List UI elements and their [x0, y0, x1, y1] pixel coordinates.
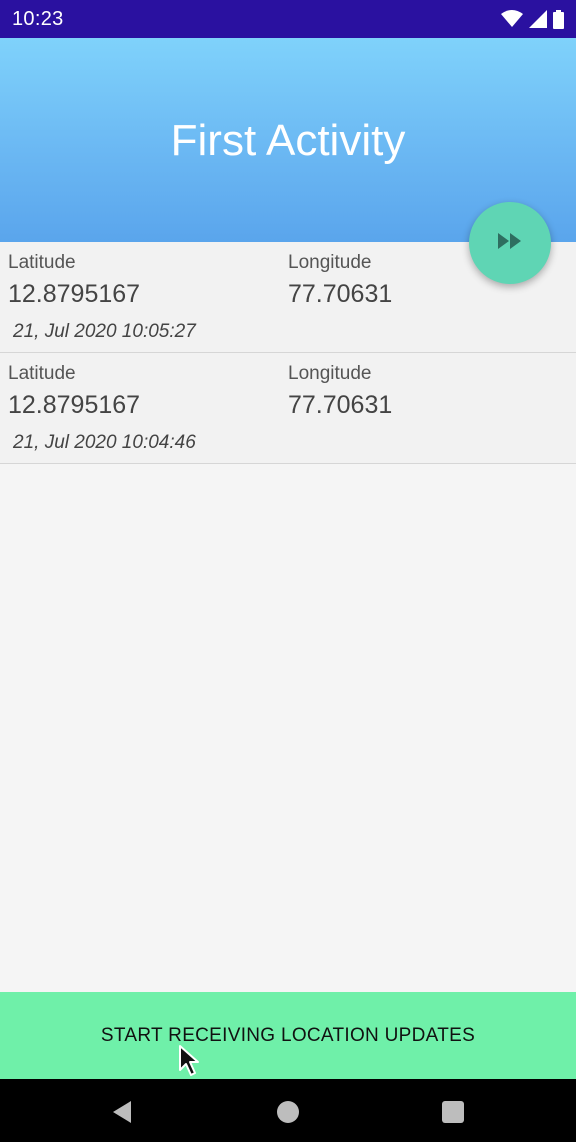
fast-forward-button[interactable] [469, 202, 551, 284]
screen: 10:23 First Activity Latitude Longitude … [0, 0, 576, 1142]
wifi-icon [501, 10, 523, 28]
latitude-value: 12.8795167 [8, 391, 141, 419]
back-icon[interactable] [109, 1099, 135, 1125]
home-icon[interactable] [275, 1099, 301, 1125]
list-item[interactable]: Latitude Longitude 12.8795167 77.70631 2… [0, 353, 576, 464]
longitude-label: Longitude [288, 363, 372, 384]
latitude-value: 12.8795167 [8, 280, 141, 308]
mouse-cursor-icon [178, 1044, 200, 1083]
recents-icon[interactable] [440, 1099, 466, 1125]
battery-icon [553, 9, 564, 29]
cellular-signal-icon [529, 10, 547, 28]
timestamp: 21, Jul 2020 10:05:27 [13, 321, 196, 342]
fast-forward-icon [497, 232, 523, 255]
latitude-label: Latitude [8, 363, 76, 384]
timestamp: 21, Jul 2020 10:04:46 [13, 432, 196, 453]
navigation-bar [0, 1079, 576, 1142]
start-location-updates-button[interactable]: START RECEIVING LOCATION UPDATES [0, 992, 576, 1079]
longitude-label: Longitude [288, 252, 372, 273]
status-bar: 10:23 [0, 0, 576, 38]
page-title: First Activity [170, 116, 406, 165]
status-time: 10:23 [12, 8, 64, 30]
latitude-label: Latitude [8, 252, 76, 273]
empty-list-area [0, 464, 576, 992]
longitude-value: 77.70631 [288, 391, 393, 419]
status-icons [501, 9, 564, 29]
longitude-value: 77.70631 [288, 280, 393, 308]
